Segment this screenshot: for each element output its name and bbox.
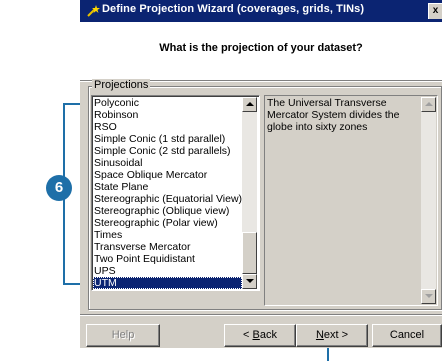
list-item[interactable]: Two Point Equidistant <box>93 253 242 265</box>
scroll-thumb[interactable] <box>242 232 257 274</box>
list-item[interactable]: Sinusoidal <box>93 157 242 169</box>
projections-list: Polyconic Robinson RSO Simple Conic (1 s… <box>93 97 242 289</box>
list-item[interactable]: State Plane <box>93 181 242 193</box>
projections-scrollbar[interactable] <box>242 97 257 289</box>
list-item[interactable]: RSO <box>93 121 242 133</box>
list-item[interactable]: Simple Conic (1 std parallel) <box>93 133 242 145</box>
scroll-up-button[interactable] <box>242 97 257 112</box>
projections-group-label: Projections <box>92 79 151 91</box>
next-button[interactable]: Next > <box>296 324 368 347</box>
list-item[interactable]: Transverse Mercator <box>93 241 242 253</box>
list-item[interactable]: Times <box>93 229 242 241</box>
next-button-label: ext > <box>323 329 349 341</box>
footer-divider-highlight <box>80 315 442 316</box>
help-button[interactable]: Help <box>86 324 160 347</box>
scroll-down-button[interactable] <box>421 289 436 304</box>
close-button[interactable]: x <box>428 3 442 19</box>
back-button-accesskey: B <box>252 329 260 341</box>
cancel-button[interactable]: Cancel <box>372 324 442 347</box>
window-title: Define Projection Wizard (coverages, gri… <box>102 3 365 15</box>
page-question: What is the projection of your dataset? <box>159 42 363 54</box>
arrow-down-icon <box>246 279 254 283</box>
list-item[interactable]: UPS <box>93 265 242 277</box>
back-button-prefix: < <box>243 329 253 341</box>
wizard-icon <box>87 5 100 17</box>
list-item[interactable]: Stereographic (Oblique view) <box>93 205 242 217</box>
arrow-down-icon <box>425 294 433 298</box>
scroll-down-button[interactable] <box>242 274 257 289</box>
list-item[interactable]: Polyconic <box>93 97 242 109</box>
list-item[interactable]: Robinson <box>93 109 242 121</box>
arrow-up-icon <box>425 102 433 106</box>
back-button[interactable]: < Back <box>224 324 296 347</box>
list-item[interactable]: Simple Conic (2 std parallels) <box>93 145 242 157</box>
list-item-selected[interactable]: UTM <box>93 277 242 289</box>
back-button-label: ack <box>259 329 277 341</box>
scroll-up-button[interactable] <box>421 97 436 112</box>
list-item[interactable]: Space Oblique Mercator <box>93 169 242 181</box>
list-item[interactable]: Stereographic (Equatorial View) <box>93 193 242 205</box>
description-scrollbar[interactable] <box>421 97 436 304</box>
arrow-up-icon <box>246 102 254 106</box>
projection-description: The Universal Transverse Mercator System… <box>267 97 400 133</box>
list-item[interactable]: Stereographic (Polar view) <box>93 217 242 229</box>
step-badge: 6 <box>46 175 72 201</box>
next-button-accesskey: N <box>315 329 324 341</box>
